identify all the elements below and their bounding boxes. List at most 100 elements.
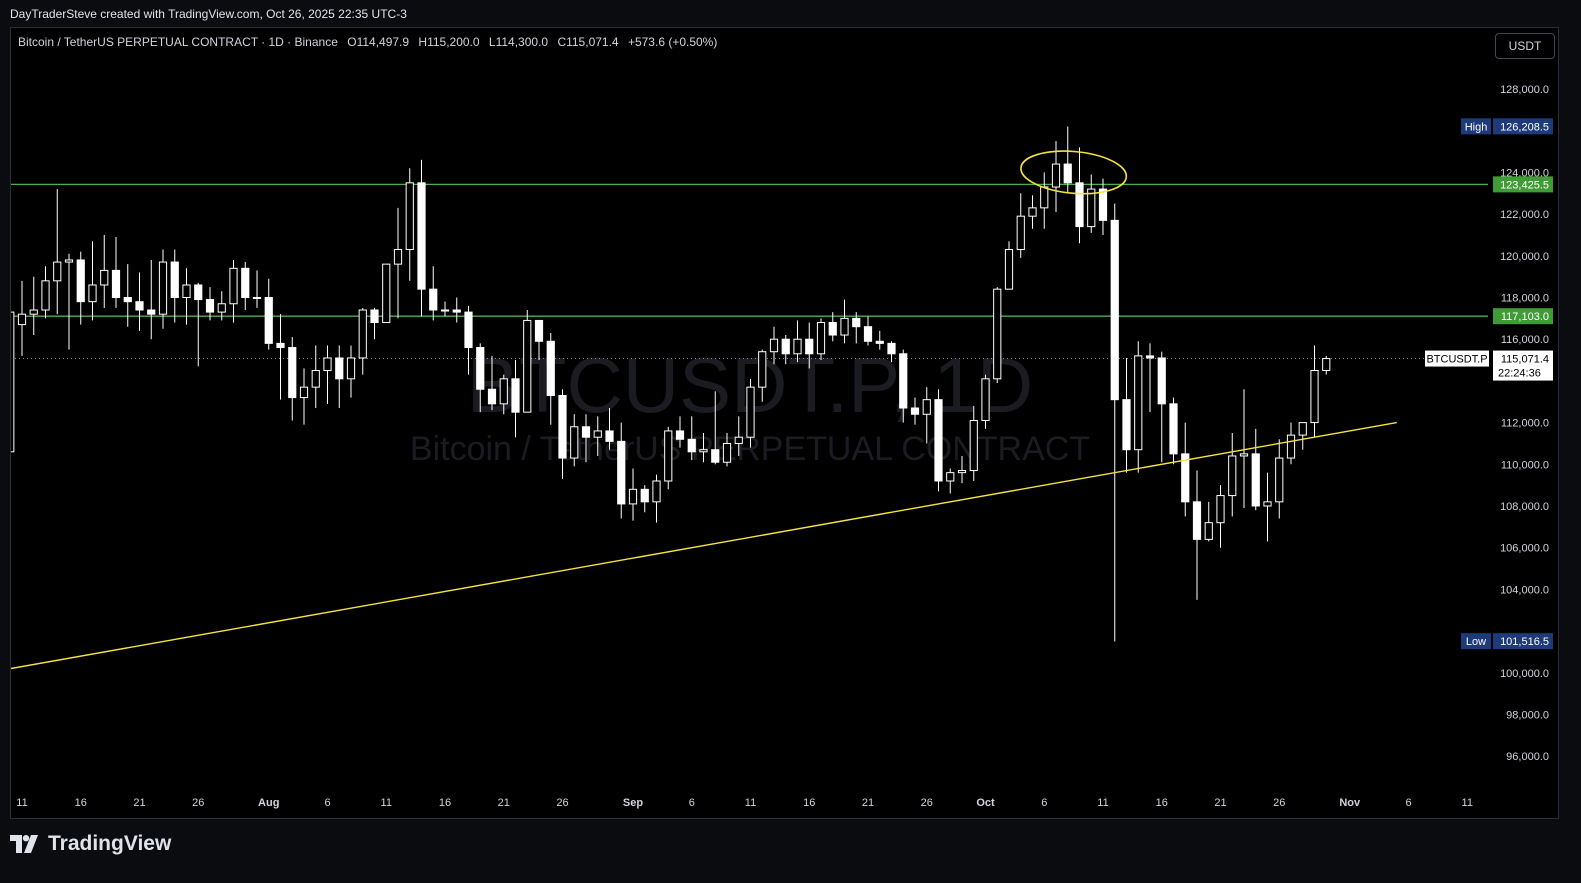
x-axis-tick-label: 26 bbox=[192, 797, 204, 809]
candle-body bbox=[840, 317, 849, 336]
candle-body bbox=[476, 347, 485, 390]
y-axis-tick-label: 128,000.0 bbox=[1500, 84, 1549, 96]
y-axis-tick-label: 100,000.0 bbox=[1500, 668, 1549, 680]
x-axis-tick-label: 21 bbox=[1214, 797, 1226, 809]
candle-body bbox=[1322, 358, 1331, 371]
candle-body bbox=[111, 269, 121, 298]
candle-body bbox=[1087, 188, 1096, 228]
price-chart[interactable]: BTCUSDT.P, 1DBitcoin / TetherUS PERPETUA… bbox=[0, 0, 1581, 883]
candle-body bbox=[323, 357, 332, 371]
x-axis-tick-label: 16 bbox=[803, 797, 815, 809]
candle-body bbox=[1075, 182, 1084, 228]
x-axis-tick-label: 21 bbox=[498, 797, 510, 809]
candle-body bbox=[1169, 403, 1178, 455]
y-axis-tick-label: 112,000.0 bbox=[1501, 418, 1549, 430]
countdown-text: 22:24:36 bbox=[1498, 368, 1541, 380]
candle-body bbox=[652, 480, 661, 503]
x-axis-tick-label: 21 bbox=[862, 797, 874, 809]
x-axis-tick-label: 11 bbox=[381, 797, 392, 809]
y-axis-tick-label: 98,000.0 bbox=[1506, 710, 1549, 722]
x-axis-tick-label: Aug bbox=[258, 797, 279, 809]
plot-area: BTCUSDT.P, 1DBitcoin / TetherUS PERPETUA… bbox=[11, 126, 1488, 670]
candle-body bbox=[781, 338, 790, 355]
candle-body bbox=[993, 288, 1002, 380]
candle-body bbox=[1216, 495, 1225, 524]
y-axis-tick-label: 106,000.0 bbox=[1500, 543, 1549, 555]
candle-body bbox=[1204, 522, 1213, 540]
candle-body bbox=[1192, 501, 1202, 540]
legend-symbol: Bitcoin / TetherUS PERPETUAL CONTRACT · … bbox=[18, 35, 338, 49]
candle-body bbox=[1063, 163, 1072, 184]
candle-body bbox=[417, 182, 426, 290]
candle-body bbox=[135, 301, 144, 311]
x-axis-tick-label: Oct bbox=[976, 797, 995, 809]
tradingview-logo: TradingView bbox=[10, 832, 171, 856]
candle-body bbox=[546, 340, 555, 396]
candle-body bbox=[793, 338, 802, 355]
candle-body bbox=[264, 297, 273, 344]
symbol-tag-text: BTCUSDT.P bbox=[1426, 354, 1487, 366]
candle-body bbox=[311, 369, 320, 388]
candle-body bbox=[746, 386, 755, 438]
candle-body bbox=[1275, 457, 1284, 503]
candle-body bbox=[1251, 453, 1260, 507]
candle-body bbox=[1145, 355, 1155, 359]
level-price-badge-text: 123,425.5 bbox=[1500, 179, 1549, 191]
x-axis-tick-label: Nov bbox=[1339, 797, 1361, 809]
y-axis-tick-label: 104,000.0 bbox=[1500, 584, 1549, 596]
y-axis-tick-label: 108,000.0 bbox=[1500, 501, 1549, 513]
candle-body bbox=[828, 322, 837, 336]
x-axis-tick-label: 11 bbox=[16, 797, 27, 809]
x-axis-tick-label: 21 bbox=[133, 797, 145, 809]
candle-body bbox=[382, 263, 391, 324]
candle-body bbox=[1028, 207, 1037, 217]
x-axis-tick-label: 6 bbox=[324, 797, 330, 809]
candle-body bbox=[863, 326, 873, 342]
low-price-badge-tag-text: Low bbox=[1466, 636, 1486, 648]
candle-body bbox=[1016, 215, 1025, 251]
candle-body bbox=[147, 309, 156, 315]
tradingview-logo-icon bbox=[10, 835, 38, 853]
legend-change: +573.6 (+0.50%) bbox=[627, 35, 718, 49]
candle-body bbox=[570, 426, 579, 459]
candle-body bbox=[981, 378, 990, 422]
level-price-badge-text: 117,103.0 bbox=[1501, 311, 1549, 323]
candle-body bbox=[617, 440, 626, 505]
high-price-badge-tag-text: High bbox=[1465, 121, 1488, 133]
candle-body bbox=[805, 338, 814, 355]
candle-body bbox=[217, 303, 226, 313]
candle-body bbox=[969, 420, 978, 472]
x-axis-tick-label: 11 bbox=[1097, 797, 1108, 809]
candle-body bbox=[1122, 399, 1131, 451]
currency-button[interactable]: USDT bbox=[1495, 33, 1555, 59]
candle-body bbox=[158, 261, 168, 315]
candle-body bbox=[816, 322, 826, 355]
candle-body bbox=[1239, 453, 1249, 457]
annotation-ellipse bbox=[1020, 150, 1128, 195]
candle-body bbox=[605, 430, 614, 442]
candle-body bbox=[1110, 219, 1119, 401]
candle-body bbox=[1098, 188, 1108, 221]
candle-body bbox=[100, 269, 109, 286]
candle-body bbox=[182, 284, 191, 298]
x-axis-tick-label: 16 bbox=[1156, 797, 1168, 809]
candle-body bbox=[1040, 186, 1049, 209]
candle-body bbox=[675, 430, 685, 440]
candle-body bbox=[946, 472, 955, 482]
candle-body bbox=[17, 313, 27, 326]
candle-body bbox=[11, 311, 15, 453]
candle-body bbox=[205, 299, 215, 313]
candle-body bbox=[875, 340, 884, 344]
candle-body bbox=[76, 259, 85, 303]
candle-body bbox=[628, 488, 638, 505]
x-axis-tick-label: 16 bbox=[75, 797, 87, 809]
candle-body bbox=[452, 309, 461, 313]
candle-body bbox=[88, 284, 97, 303]
candle-body bbox=[934, 399, 943, 482]
candle-body bbox=[1310, 369, 1319, 424]
candle-body bbox=[1051, 163, 1061, 188]
candle-body bbox=[664, 430, 673, 482]
candle-body bbox=[429, 288, 438, 311]
candle-body bbox=[722, 442, 732, 463]
x-axis-tick-label: 11 bbox=[1462, 797, 1473, 809]
